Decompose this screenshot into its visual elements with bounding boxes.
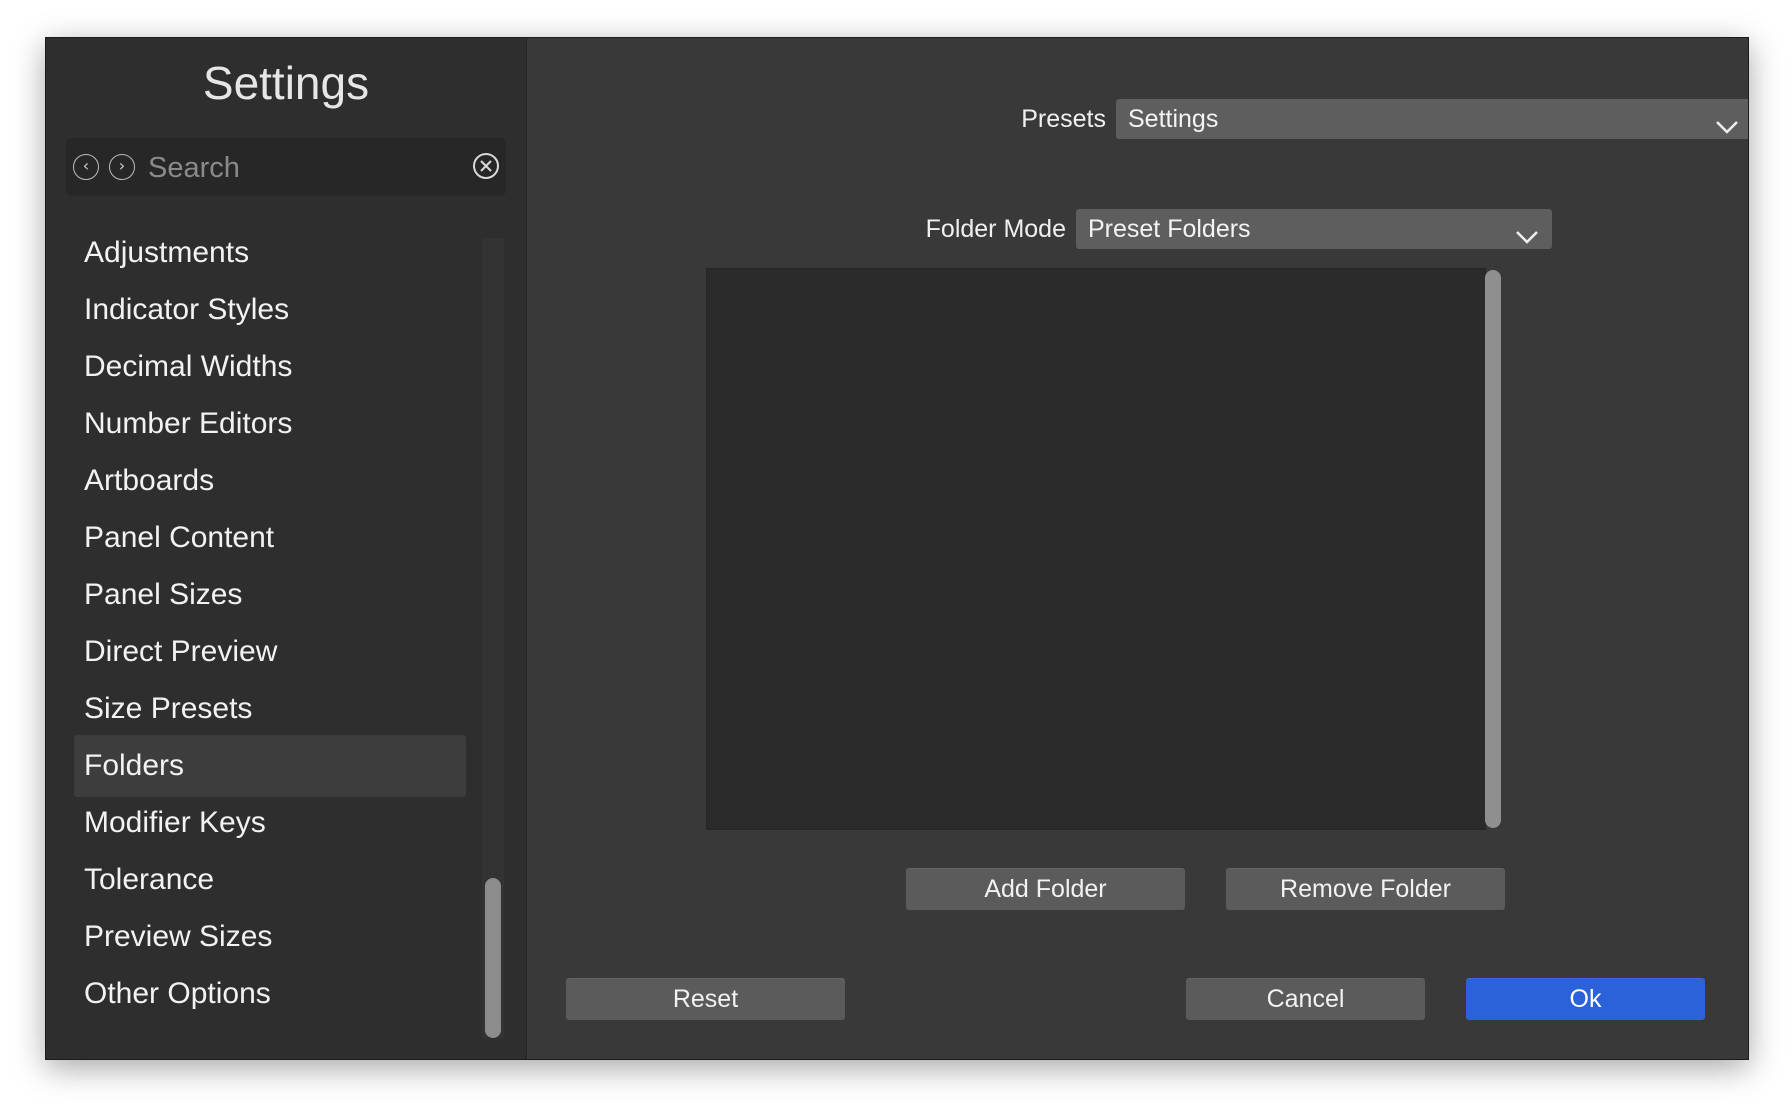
sidebar-item-tolerance[interactable]: Tolerance <box>74 849 466 911</box>
ok-button[interactable]: Ok <box>1466 978 1705 1020</box>
reset-button[interactable]: Reset <box>566 978 845 1020</box>
sidebar-item-panel-content[interactable]: Panel Content <box>74 507 466 569</box>
sidebar: Settings ‹ › Adjustments Indicator Style… <box>46 38 527 1059</box>
sidebar-scrollbar-thumb[interactable] <box>485 878 501 1038</box>
sidebar-item-number-editors[interactable]: Number Editors <box>74 393 466 455</box>
presets-select[interactable]: Settings <box>1116 99 1748 139</box>
sidebar-item-size-presets[interactable]: Size Presets <box>74 678 466 740</box>
sidebar-item-modifier-keys[interactable]: Modifier Keys <box>74 792 466 854</box>
sidebar-title: Settings <box>202 57 370 109</box>
sidebar-item-other-options[interactable]: Other Options <box>74 963 466 1025</box>
chevron-left-icon[interactable]: ‹ <box>73 154 99 180</box>
sidebar-item-artboards[interactable]: Artboards <box>74 450 466 512</box>
sidebar-item-preview-sizes[interactable]: Preview Sizes <box>74 906 466 968</box>
sidebar-item-panel-sizes[interactable]: Panel Sizes <box>74 564 466 626</box>
sidebar-nav-list: Adjustments Indicator Styles Decimal Wid… <box>74 238 510 1059</box>
folder-mode-select[interactable]: Preset Folders <box>1076 209 1552 249</box>
chevron-down-icon <box>1714 109 1740 149</box>
chevron-right-icon[interactable]: › <box>109 154 135 180</box>
sidebar-item-indicator-styles[interactable]: Indicator Styles <box>74 279 466 341</box>
sidebar-item-decimal-widths[interactable]: Decimal Widths <box>74 336 466 398</box>
sidebar-item-folders[interactable]: Folders <box>74 735 466 797</box>
add-folder-button[interactable]: Add Folder <box>906 868 1185 910</box>
remove-folder-button[interactable]: Remove Folder <box>1226 868 1505 910</box>
cancel-button[interactable]: Cancel <box>1186 978 1425 1020</box>
search-input[interactable] <box>146 148 450 188</box>
presets-select-value: Settings <box>1128 105 1219 133</box>
folder-list[interactable] <box>706 268 1486 830</box>
settings-window: Settings ‹ › Adjustments Indicator Style… <box>45 37 1749 1060</box>
folder-mode-label: Folder Mode <box>925 215 1066 243</box>
sidebar-item-direct-preview[interactable]: Direct Preview <box>74 621 466 683</box>
chevron-down-icon <box>1514 219 1540 259</box>
folder-mode-select-value: Preset Folders <box>1088 215 1251 243</box>
sidebar-item-adjustments[interactable]: Adjustments <box>74 238 466 284</box>
clear-icon[interactable] <box>472 152 500 180</box>
presets-label: Presets <box>1021 105 1106 133</box>
search-box: ‹ › <box>66 138 506 196</box>
folder-list-scrollbar-thumb[interactable] <box>1485 270 1501 828</box>
